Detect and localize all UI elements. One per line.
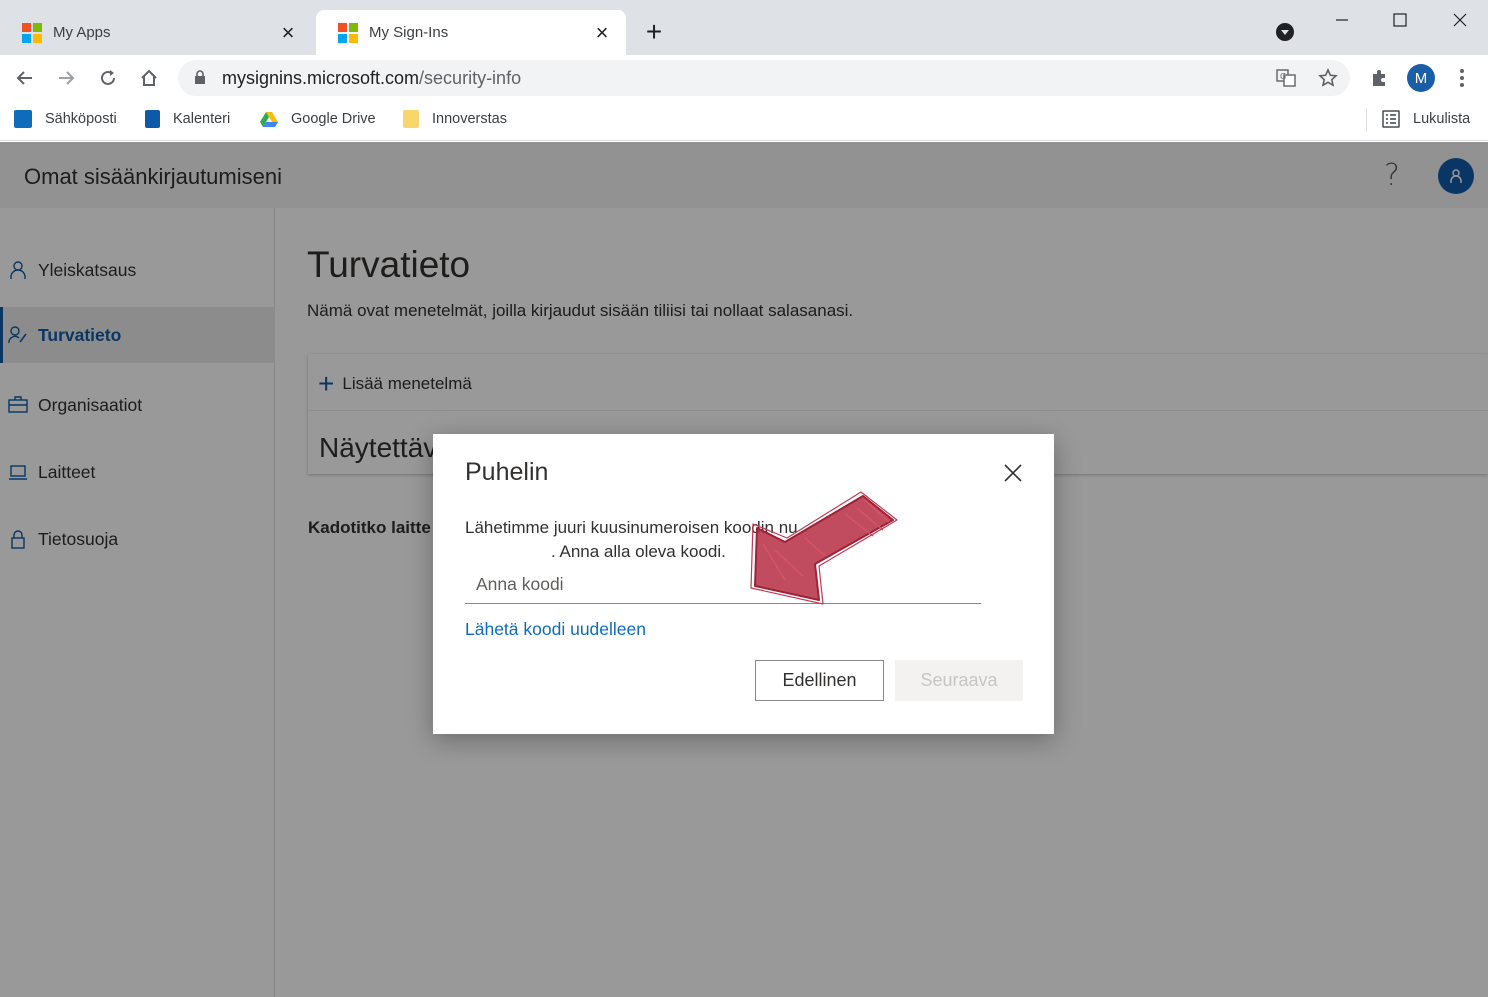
dialog-message-line2: . Anna alla oleva koodi. (551, 542, 726, 561)
forward-icon[interactable] (51, 63, 81, 93)
calendar-icon (145, 110, 160, 128)
google-drive-icon (260, 112, 278, 127)
maximize-icon[interactable] (1380, 6, 1420, 34)
reload-icon[interactable] (93, 63, 123, 93)
page: Omat sisäänkirjautumiseni ? Yleiskatsaus… (0, 142, 1488, 997)
next-button[interactable]: Seuraava (895, 660, 1023, 701)
extensions-icon[interactable] (1364, 63, 1394, 93)
url-text: mysignins.microsoft.com/security-info (222, 68, 522, 88)
bookmarks-bar: Sähköposti Kalenteri Google Drive Innove… (0, 101, 1488, 141)
tab-strip: My Apps × My Sign-Ins × + (0, 0, 1488, 55)
bookmark-google-drive[interactable]: Google Drive (260, 110, 376, 128)
minimize-icon[interactable] (1322, 6, 1362, 34)
address-bar[interactable]: mysignins.microsoft.com/security-info G (178, 60, 1350, 96)
tab-title: My Apps (53, 24, 111, 41)
new-tab-icon[interactable]: + (640, 16, 668, 47)
svg-text:G: G (1280, 72, 1286, 81)
reading-list-icon (1382, 110, 1400, 128)
profile-avatar[interactable]: M (1407, 64, 1435, 92)
reading-list-label: Lukulista (1413, 111, 1471, 127)
resend-code-link[interactable]: Lähetä koodi uudelleen (465, 619, 646, 640)
translate-icon[interactable]: G (1275, 67, 1297, 89)
close-tab-icon[interactable]: × (592, 20, 612, 45)
bookmark-sahkoposti[interactable]: Sähköposti (14, 110, 117, 128)
close-icon[interactable] (1001, 461, 1025, 485)
bookmark-label: Google Drive (291, 111, 376, 127)
tab-my-sign-ins[interactable]: My Sign-Ins × (316, 10, 626, 55)
tab-my-apps[interactable]: My Apps × (0, 10, 312, 55)
menu-kebab-icon[interactable] (1447, 63, 1477, 93)
close-tab-icon[interactable]: × (278, 20, 298, 45)
outlook-icon (14, 110, 32, 128)
tab-search-icon[interactable] (1276, 23, 1294, 41)
bookmark-label: Kalenteri (173, 111, 231, 127)
bookmark-star-icon[interactable] (1317, 67, 1339, 89)
bookmark-kalenteri[interactable]: Kalenteri (145, 110, 230, 128)
lock-icon (195, 70, 205, 84)
reading-list-button[interactable]: Lukulista (1382, 110, 1470, 128)
browser-toolbar: mysignins.microsoft.com/security-info G … (0, 55, 1488, 101)
bookmark-label: Sähköposti (45, 111, 117, 127)
annotation-arrow-icon (750, 491, 898, 605)
bookmarks-divider (1366, 109, 1367, 131)
home-icon[interactable] (134, 63, 164, 93)
folder-icon (403, 110, 419, 128)
bookmark-label: Innoverstas (432, 111, 507, 127)
phone-dialog: Puhelin Lähetimme juuri kuusinumeroisen … (433, 434, 1054, 734)
microsoft-icon (338, 22, 358, 43)
previous-button[interactable]: Edellinen (755, 660, 884, 701)
window-close-icon[interactable] (1440, 6, 1480, 34)
back-icon[interactable] (10, 63, 40, 93)
code-input[interactable] (465, 566, 981, 604)
dialog-title: Puhelin (465, 458, 549, 486)
tab-title: My Sign-Ins (369, 24, 449, 41)
bookmark-innoverstas[interactable]: Innoverstas (403, 110, 507, 128)
microsoft-icon (22, 22, 42, 43)
